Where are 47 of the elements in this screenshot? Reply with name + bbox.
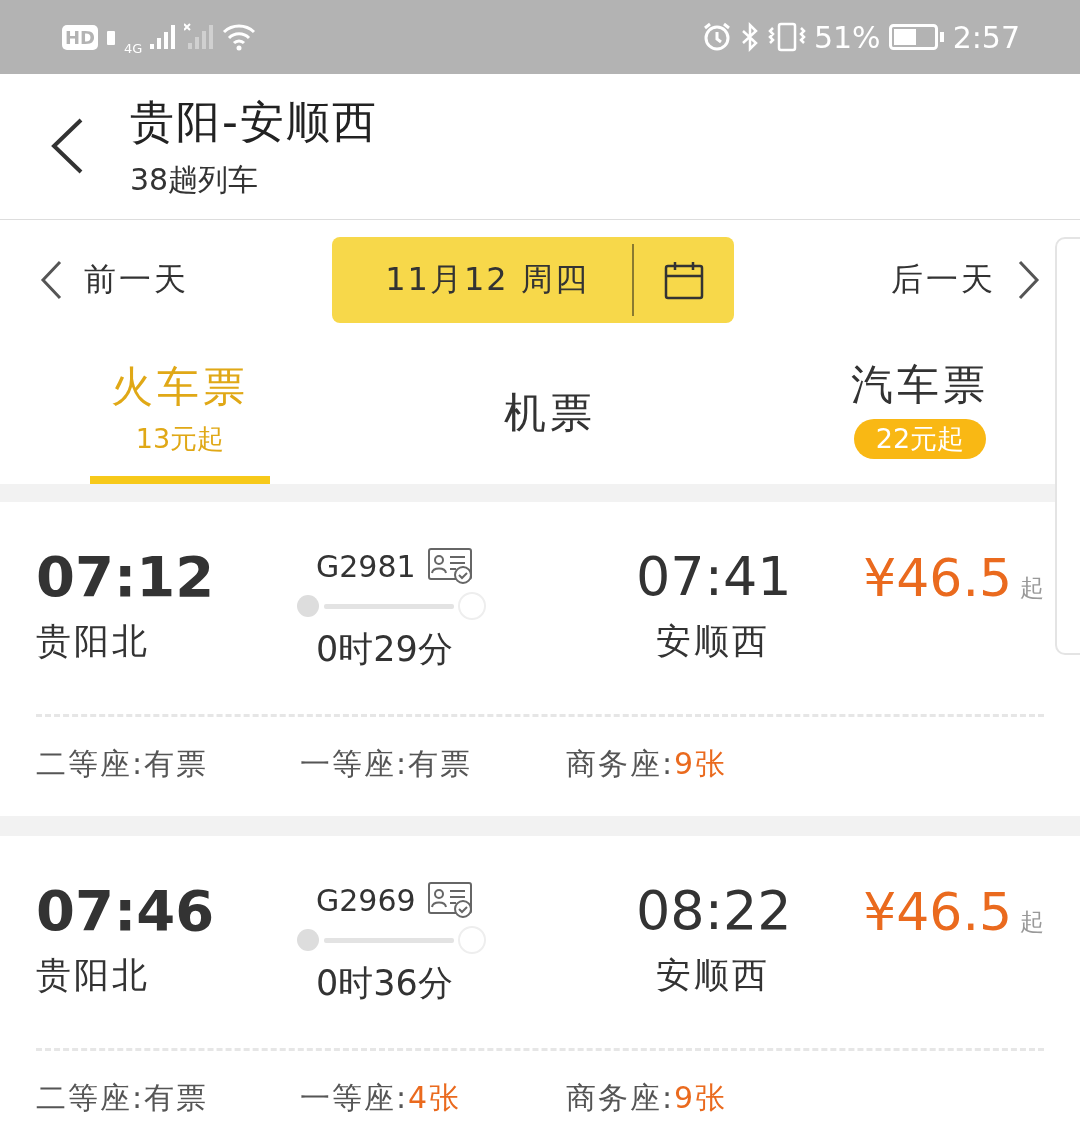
arrival-station: 安顺西 [656, 954, 771, 997]
sim-icon [106, 28, 116, 46]
seat-availability: 一等座:有票 [300, 744, 474, 783]
network-label: 4G [124, 40, 143, 56]
chevron-left-icon [40, 260, 62, 300]
chevron-right-icon [1018, 260, 1040, 300]
seat-availability: 商务座:9张 [566, 744, 729, 783]
seat-availability: 二等座:有票 [36, 744, 210, 783]
trip-duration: 0时29分 [316, 628, 454, 671]
previous-day-button[interactable]: 前一天 [40, 258, 189, 302]
train-number: G2969 [316, 882, 416, 918]
ticket-tab[interactable]: 汽车票 22元起 [830, 340, 1010, 484]
next-day-button[interactable]: 后一天 [891, 258, 1040, 302]
seat-availability: 一等座:4张 [300, 1078, 463, 1117]
route-title: 贵阳-安顺西 [130, 94, 378, 149]
departure-station: 贵阳北 [36, 954, 151, 997]
ticket-price: ¥46.5 [863, 882, 1012, 942]
calendar-icon [664, 260, 704, 300]
train-count: 38趟列车 [130, 160, 260, 199]
date-picker[interactable]: 11月12 周四 [332, 237, 734, 323]
train-card[interactable]: 07:46 贵阳北 G2969 0时36分 08:22 安顺西 ¥46.5 起 二等座:有票 一等座:4张 商务座:9张 [0, 836, 1080, 1132]
trip-duration: 0时36分 [316, 962, 454, 1005]
id-card-icon [427, 546, 474, 586]
arrival-station: 安顺西 [656, 620, 771, 663]
price-badge: 22元起 [853, 419, 987, 459]
price-suffix: 起 [1020, 907, 1044, 938]
seat-availability: 二等座:有票 [36, 1078, 210, 1117]
id-card-icon [427, 880, 474, 920]
signal-icon [150, 24, 177, 50]
departure-station: 贵阳北 [36, 620, 151, 663]
train-card[interactable]: 07:12 贵阳北 G2981 0时29分 07:41 安顺西 ¥46.5 起 二等座:有票 一等座:有票 商务座:9张 [0, 502, 1080, 816]
ticket-tab[interactable]: 机票 [460, 340, 640, 484]
arrival-time: 08:22 [636, 878, 793, 944]
clock-time: 2:57 [952, 19, 1020, 55]
vibrate-icon [767, 22, 806, 52]
signal-icon [184, 23, 215, 51]
battery-icon [888, 22, 945, 52]
price-suffix: 起 [1020, 573, 1044, 604]
alarm-icon [701, 22, 732, 52]
seat-availability: 商务座:9张 [566, 1078, 729, 1117]
ticket-price: ¥46.5 [863, 548, 1012, 608]
train-number: G2981 [316, 548, 416, 584]
departure-time: 07:46 [36, 877, 216, 945]
arrival-time: 07:41 [636, 544, 793, 610]
battery-percent: 51% [813, 19, 881, 55]
departure-time: 07:12 [36, 543, 216, 611]
hd-badge: HD [62, 24, 98, 50]
